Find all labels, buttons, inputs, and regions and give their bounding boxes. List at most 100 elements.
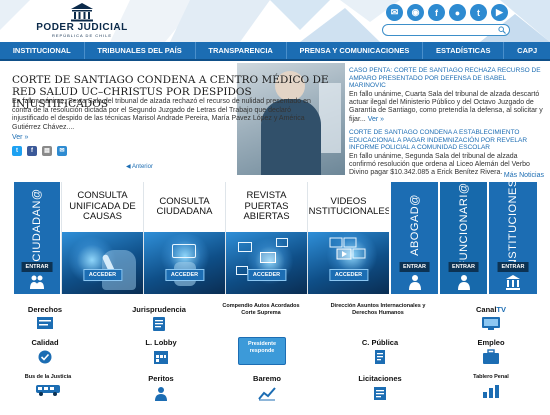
more-news-link[interactable]: Más Noticias bbox=[504, 172, 544, 179]
rss-icon[interactable]: ◉ bbox=[407, 4, 424, 21]
service-card-videos[interactable]: VIDEOS INSTITUCIONALES ACCEDER bbox=[307, 182, 389, 294]
service-card-title: CONSULTA CIUDADANA bbox=[156, 195, 213, 217]
link-label: Jurisprudencia bbox=[132, 305, 186, 314]
twitter-icon[interactable]: t bbox=[470, 4, 487, 21]
access-button[interactable]: ACCEDER bbox=[246, 269, 287, 281]
tender-icon bbox=[374, 387, 386, 400]
share-icons: t f ▤ ✉ bbox=[12, 146, 67, 156]
people-icon bbox=[30, 275, 44, 289]
enter-button[interactable]: ENTRAR bbox=[21, 262, 53, 272]
print-icon[interactable]: ▤ bbox=[42, 146, 52, 156]
nav-transparencia[interactable]: TRANSPARENCIA bbox=[196, 42, 287, 59]
facebook-share-icon[interactable]: f bbox=[27, 146, 37, 156]
canal-label: Canal bbox=[475, 305, 497, 314]
link-compendio[interactable]: Compendio Autos Acordados Corte Suprema bbox=[218, 303, 304, 316]
access-button[interactable]: ACCEDER bbox=[328, 269, 369, 281]
logo-subtitle: REPÚBLICA DE CHILE bbox=[51, 33, 112, 38]
twitter-share-icon[interactable]: t bbox=[12, 146, 22, 156]
youtube-icon[interactable]: ▶ bbox=[491, 4, 508, 21]
chart-line-icon bbox=[258, 387, 276, 401]
link-licitaciones[interactable]: Licitaciones bbox=[350, 374, 410, 401]
link-direccion-ddhh[interactable]: Dirección Asuntos Internacionales y Dere… bbox=[328, 303, 428, 316]
dashboard-icon bbox=[483, 384, 499, 398]
tv-label: TV bbox=[496, 305, 507, 314]
logo[interactable]: PODER JUDICIAL REPÚBLICA DE CHILE bbox=[36, 2, 128, 40]
tab-instituciones[interactable]: INSTITUCIONES ENTRAR bbox=[488, 179, 537, 294]
enter-button[interactable]: ENTRAR bbox=[448, 262, 479, 272]
tab-funcionario[interactable]: FUNCIONARI@ ENTRAR bbox=[439, 182, 487, 294]
service-card-title: CONSULTA UNIFICADA DE CAUSAS bbox=[69, 190, 136, 223]
link-calidad[interactable]: Calidad bbox=[22, 338, 68, 365]
enter-button[interactable]: ENTRAR bbox=[399, 262, 430, 272]
link-label: Calidad bbox=[31, 338, 59, 347]
facebook-icon[interactable]: f bbox=[428, 4, 445, 21]
link-bus-justicia[interactable]: Bus de la Justicia bbox=[20, 374, 76, 397]
briefcase-icon bbox=[483, 349, 499, 364]
email-share-icon[interactable]: ✉ bbox=[57, 146, 67, 156]
email-icon[interactable]: ✉ bbox=[386, 4, 403, 21]
document-icon bbox=[375, 350, 385, 364]
previous-news-link[interactable]: ◀ Anterior bbox=[126, 163, 153, 170]
search-icon[interactable] bbox=[498, 26, 506, 34]
link-label: Bus de la Justicia bbox=[24, 374, 72, 380]
link-label: C. Pública bbox=[361, 338, 399, 347]
enter-button[interactable]: ENTRAR bbox=[497, 262, 529, 272]
staff-icon bbox=[457, 275, 470, 290]
service-card-revista[interactable]: REVISTA PUERTAS ABIERTAS ACCEDER bbox=[225, 182, 307, 294]
side-news-text: En fallo unánime, Segunda Sala del tribu… bbox=[349, 152, 530, 177]
access-button[interactable]: ACCEDER bbox=[82, 269, 123, 281]
service-card-causas[interactable]: CONSULTA UNIFICADA DE CAUSAS ACCEDER bbox=[61, 182, 143, 294]
tab-abogado[interactable]: ABOGAD@ ENTRAR bbox=[390, 182, 438, 294]
nav-capj[interactable]: CAPJ bbox=[504, 42, 550, 59]
link-label: Derechos bbox=[27, 305, 63, 314]
link-baremo[interactable]: Baremo bbox=[244, 374, 290, 401]
search-input[interactable] bbox=[387, 30, 499, 41]
access-button[interactable]: ACCEDER bbox=[164, 269, 205, 281]
tab-ciudadano[interactable]: CIUDADAN@ ENTRAR bbox=[13, 182, 60, 294]
service-card-image bbox=[226, 232, 307, 294]
featured-news-more-link[interactable]: Ver » bbox=[12, 134, 28, 141]
featured-news: CORTE DE SANTIAGO CONDENA A CENTRO MÉDIC… bbox=[0, 63, 345, 175]
side-news-title[interactable]: CASO PENTA: CORTE DE SANTIAGO RECHAZA RE… bbox=[349, 67, 544, 90]
link-label: CanalTV bbox=[466, 305, 516, 314]
side-news: CASO PENTA: CORTE DE SANTIAGO RECHAZA RE… bbox=[345, 63, 550, 177]
link-jurisprudencia[interactable]: Jurisprudencia bbox=[128, 305, 190, 332]
service-card-consulta[interactable]: CONSULTA CIUDADANA ACCEDER bbox=[143, 182, 225, 294]
quality-icon bbox=[38, 350, 52, 364]
link-canal-tv[interactable]: CanalTV bbox=[466, 305, 516, 331]
nav-prensa[interactable]: PRENSA Y COMUNICACIONES bbox=[287, 42, 424, 59]
side-news-more-link[interactable]: Ver » bbox=[368, 116, 384, 123]
link-tablero-penal[interactable]: Tablero Penal bbox=[462, 374, 520, 399]
service-card-title: REVISTA PUERTAS ABIERTAS bbox=[243, 190, 290, 223]
tab-ciudadano-label: CIUDADAN@ bbox=[31, 187, 43, 262]
courthouse-icon bbox=[71, 3, 93, 22]
link-derechos[interactable]: Derechos bbox=[22, 305, 68, 330]
services-panel: CIUDADAN@ ENTRAR CONSULTA UNIFICADA DE C… bbox=[13, 179, 537, 294]
link-cuenta-publica[interactable]: C. Pública bbox=[352, 338, 408, 365]
link-label: Empleo bbox=[477, 338, 505, 347]
calendar-icon bbox=[154, 351, 168, 364]
quick-links: Derechos Jurisprudencia Compendio Autos … bbox=[0, 298, 550, 415]
link-presidente-responde[interactable]: Presidente responde bbox=[237, 336, 287, 365]
nav-tribunales[interactable]: TRIBUNALES DEL PAÍS bbox=[85, 42, 196, 59]
lawyer-icon bbox=[408, 275, 421, 290]
presidente-responde-badge: Presidente responde bbox=[238, 337, 286, 365]
expert-icon bbox=[155, 387, 167, 401]
institution-icon bbox=[506, 275, 520, 290]
tab-abogado-label: ABOGAD@ bbox=[408, 193, 421, 256]
rights-icon bbox=[37, 317, 53, 329]
link-peritos[interactable]: Peritos bbox=[138, 374, 184, 401]
side-news-title[interactable]: CORTE DE SANTIAGO CONDENA A ESTABLECIMIE… bbox=[349, 129, 544, 152]
link-lobby[interactable]: L. Lobby bbox=[136, 338, 186, 365]
featured-news-body: En fallo unánime, Sexta Sala del tribuna… bbox=[12, 98, 311, 131]
tv-icon bbox=[482, 317, 500, 330]
nav-institucional[interactable]: INSTITUCIONAL bbox=[0, 42, 85, 59]
nav-estadisticas[interactable]: ESTADÍSTICAS bbox=[423, 42, 505, 59]
link-label: Dirección Asuntos Internacionales y Dere… bbox=[330, 303, 426, 316]
flickr-icon[interactable]: ● bbox=[449, 4, 466, 21]
logo-title: PODER JUDICIAL bbox=[36, 22, 128, 33]
link-label: Peritos bbox=[148, 374, 174, 383]
link-empleo[interactable]: Empleo bbox=[468, 338, 514, 365]
search-box bbox=[382, 24, 510, 41]
link-label: L. Lobby bbox=[145, 338, 177, 347]
